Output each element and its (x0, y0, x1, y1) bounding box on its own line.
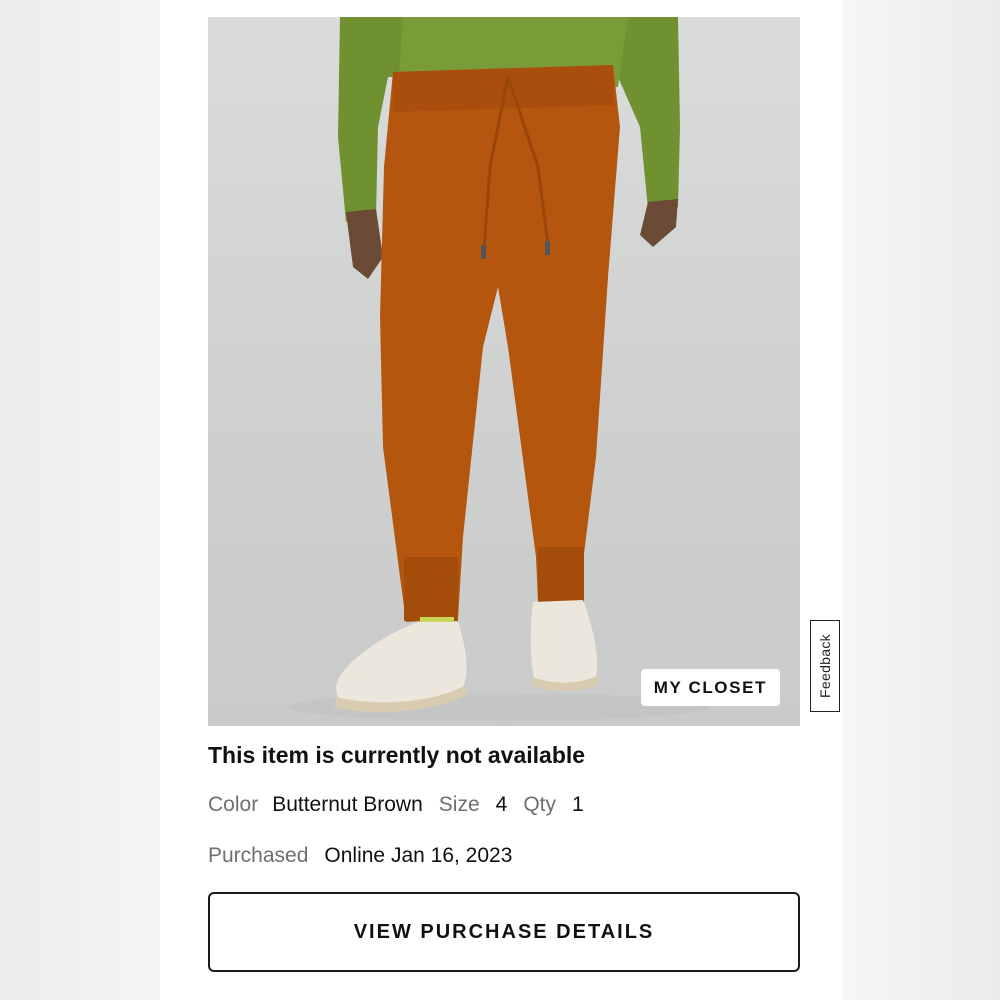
left-blur-margin (0, 0, 160, 1000)
product-attributes: Color Butternut Brown Size 4 Qty 1 (208, 793, 584, 817)
color-value: Butternut Brown (272, 793, 423, 816)
right-blur-margin (842, 0, 1000, 1000)
product-image[interactable]: MY CLOSET (208, 17, 800, 726)
purchased-value: Online Jan 16, 2023 (324, 844, 513, 867)
size-value: 4 (495, 793, 508, 816)
my-closet-badge[interactable]: MY CLOSET (640, 669, 780, 706)
size-label: Size (438, 793, 480, 816)
availability-status: This item is currently not available (208, 742, 586, 768)
feedback-tab[interactable]: Feedback (810, 620, 840, 712)
qty-value: 1 (572, 793, 584, 816)
qty-label: Qty (523, 793, 556, 816)
feedback-tab-label: Feedback (817, 634, 834, 698)
color-label: Color (208, 793, 259, 816)
product-card: MY CLOSET This item is currently not ava… (160, 0, 842, 1000)
purchased-label: Purchased (208, 844, 309, 867)
purchase-info: Purchased Online Jan 16, 2023 (208, 844, 512, 868)
view-purchase-details-button[interactable]: VIEW PURCHASE DETAILS (208, 892, 800, 972)
product-photo-illustration (288, 17, 708, 721)
